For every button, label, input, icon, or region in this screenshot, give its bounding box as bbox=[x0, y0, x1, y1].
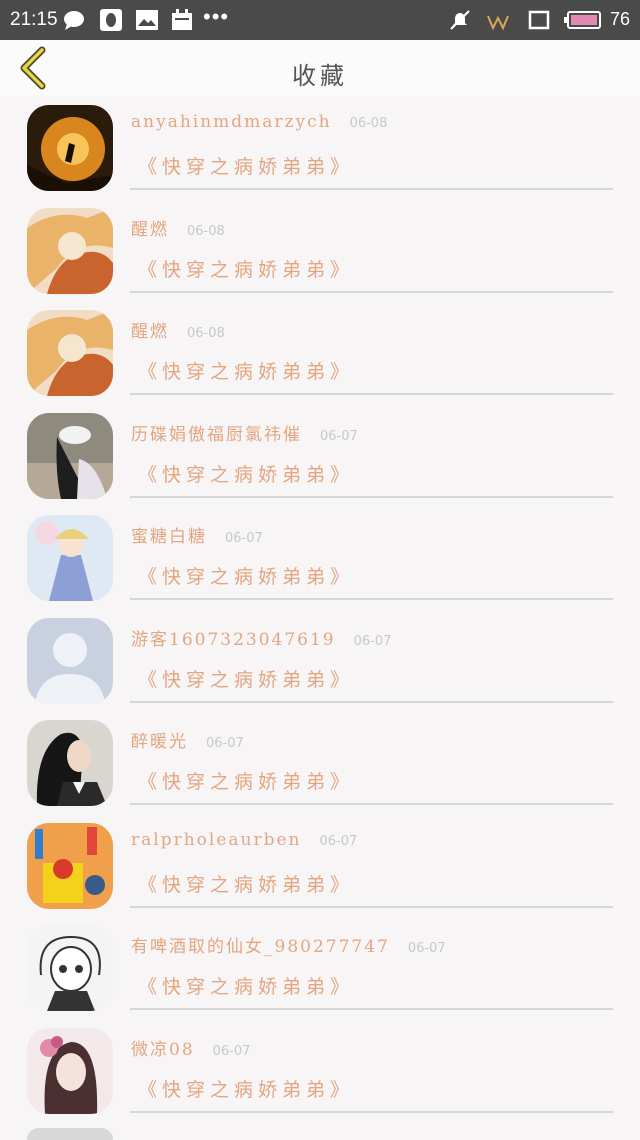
divider bbox=[130, 905, 613, 908]
avatar bbox=[27, 310, 113, 396]
user-name: ralprholeaurben 06-07 bbox=[131, 829, 358, 850]
list-item[interactable]: ralprholeaurben 06-07 《快穿之病娇弟弟》 bbox=[0, 814, 640, 917]
book-title[interactable]: 《快穿之病娇弟弟》 bbox=[138, 870, 354, 897]
book-title[interactable]: 《快穿之病娇弟弟》 bbox=[138, 357, 354, 384]
book-title[interactable]: 《快穿之病娇弟弟》 bbox=[138, 152, 354, 179]
user-name: 醉暖光 06-07 bbox=[131, 732, 244, 752]
favorites-list: anyahinmdmarzych 06-08 《快穿之病娇弟弟》 醒燃 06-08 … bbox=[0, 96, 640, 1121]
book-title[interactable]: 《快穿之病娇弟弟》 bbox=[138, 255, 354, 282]
list-item[interactable]: 有啤酒取的仙女_980277747 06-07 《快穿之病娇弟弟》 bbox=[0, 916, 640, 1019]
header-bar: 收藏 bbox=[0, 40, 640, 96]
status-bar: 21:15 ••• 76 bbox=[0, 0, 640, 40]
date: 06-07 bbox=[225, 531, 263, 546]
list-item[interactable]: 醒燃 06-08 《快穿之病娇弟弟》 bbox=[0, 301, 640, 404]
message-icon bbox=[64, 11, 84, 30]
avatar bbox=[27, 822, 113, 909]
avatar bbox=[27, 1128, 113, 1140]
date: 06-07 bbox=[320, 428, 358, 444]
status-time: 21:15 bbox=[10, 9, 58, 30]
avatar bbox=[27, 617, 113, 704]
divider bbox=[130, 393, 613, 395]
avatar bbox=[27, 720, 113, 806]
user-name: 游客1607323047619 06-07 bbox=[131, 629, 392, 650]
user-name: 醒燃 06-08 bbox=[131, 219, 225, 240]
avatar bbox=[27, 515, 113, 601]
avatar bbox=[27, 412, 113, 499]
divider bbox=[130, 495, 613, 498]
image-icon bbox=[136, 10, 158, 30]
date: 06-07 bbox=[319, 833, 358, 849]
list-item[interactable]: 醉暖光 06-07 《快穿之病娇弟弟》 bbox=[0, 711, 640, 814]
list-item[interactable]: 历碟娟傲福厨氯祎催 06-07 《快穿之病娇弟弟》 bbox=[0, 404, 640, 507]
date: 06-07 bbox=[353, 633, 392, 649]
divider bbox=[130, 1110, 613, 1113]
qq-icon bbox=[100, 9, 122, 31]
avatar bbox=[27, 1027, 113, 1114]
user-name: 蜜糖白糖 06-07 bbox=[131, 527, 263, 547]
user-name: 醒燃 06-08 bbox=[131, 322, 225, 342]
user-name: 有啤酒取的仙女_980277747 06-07 bbox=[131, 937, 446, 957]
list-item[interactable]: anyahinmdmarzych 06-08 《快穿之病娇弟弟》 bbox=[0, 96, 640, 199]
date: 06-07 bbox=[407, 941, 446, 956]
date: 06-08 bbox=[187, 223, 225, 239]
divider bbox=[130, 803, 613, 805]
avatar bbox=[27, 207, 113, 294]
list-item[interactable]: 游客1607323047619 06-07 《快穿之病娇弟弟》 bbox=[0, 609, 640, 712]
divider bbox=[130, 290, 613, 293]
divider bbox=[130, 598, 613, 600]
date: 06-08 bbox=[187, 326, 225, 341]
mute-icon bbox=[450, 10, 470, 30]
date: 06-07 bbox=[206, 736, 244, 751]
divider bbox=[130, 1008, 613, 1010]
avatar bbox=[27, 105, 113, 191]
book-title[interactable]: 《快穿之病娇弟弟》 bbox=[138, 767, 354, 794]
date: 06-08 bbox=[349, 116, 388, 131]
battery-icon bbox=[564, 11, 601, 29]
user-name: 微凉08 06-07 bbox=[131, 1039, 251, 1060]
user-name: 历碟娟傲福厨氯祎催 06-07 bbox=[131, 424, 358, 445]
battery-level: 76 bbox=[610, 9, 631, 29]
book-title[interactable]: 《快穿之病娇弟弟》 bbox=[138, 562, 354, 589]
book-title[interactable]: 《快穿之病娇弟弟》 bbox=[138, 972, 354, 999]
date: 06-07 bbox=[212, 1043, 251, 1059]
book-title[interactable]: 《快穿之病娇弟弟》 bbox=[138, 1075, 354, 1102]
avatar bbox=[27, 925, 113, 1011]
more-notifications-icon: ••• bbox=[203, 4, 230, 29]
divider bbox=[130, 188, 613, 190]
calendar-icon bbox=[172, 9, 192, 30]
list-item[interactable]: 微凉08 06-07 《快穿之病娇弟弟》 bbox=[0, 1019, 640, 1122]
divider bbox=[130, 700, 613, 703]
book-title[interactable]: 《快穿之病娇弟弟》 bbox=[138, 460, 354, 487]
signal-icon bbox=[487, 15, 509, 31]
list-item[interactable]: 醒燃 06-08 《快穿之病娇弟弟》 bbox=[0, 199, 640, 302]
wifi-icon bbox=[528, 10, 550, 30]
page-title: 收藏 bbox=[292, 62, 348, 90]
user-name: anyahinmdmarzych 06-08 bbox=[131, 112, 388, 132]
book-title[interactable]: 《快穿之病娇弟弟》 bbox=[138, 665, 354, 692]
list-item[interactable]: 蜜糖白糖 06-07 《快穿之病娇弟弟》 bbox=[0, 506, 640, 609]
